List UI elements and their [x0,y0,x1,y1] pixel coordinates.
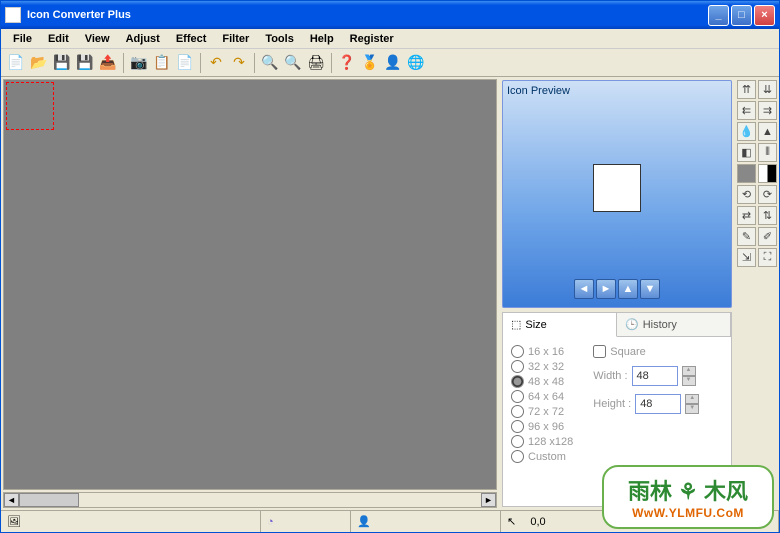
height-spinner[interactable]: ▲▼ [685,394,699,414]
drop-icon[interactable]: 💧 [737,122,756,141]
window-title: Icon Converter Plus [27,9,131,21]
flip-v-icon[interactable]: ⇅ [758,206,777,225]
maximize-button[interactable]: □ [731,5,752,26]
menu-view[interactable]: View [77,31,118,47]
user-button[interactable]: 👤 [382,52,404,74]
save-as-button[interactable]: 💾 [74,52,96,74]
arrows-left-icon[interactable]: ⇇ [737,101,756,120]
bw-square-icon[interactable] [758,164,777,183]
scroll-right-arrow[interactable]: ► [481,493,496,507]
flip-h-icon[interactable]: ⇄ [737,206,756,225]
tab-history[interactable]: 🕒History [617,313,731,336]
open-button[interactable]: 📂 [28,52,50,74]
menu-filter[interactable]: Filter [214,31,257,47]
statusbar: 🖼 ◔ 👤 ↖ 0,0 [1,510,779,532]
status-cursor-icon: ↖ [507,515,516,528]
size-96[interactable]: 96 x 96 [511,420,573,433]
size-128[interactable]: 128 x128 [511,435,573,448]
menu-file[interactable]: File [5,31,40,47]
help-button[interactable]: ❓ [336,52,358,74]
horizontal-scrollbar[interactable]: ◄ ► [3,492,497,508]
gray-square-icon[interactable] [737,164,756,183]
info-panel: ⬚Size 🕒History 16 x 16 32 x 32 48 x 48 6… [502,312,732,507]
menu-adjust[interactable]: Adjust [118,31,168,47]
triangle-icon[interactable]: ▲ [758,122,777,141]
menu-tools[interactable]: Tools [257,31,302,47]
save-button[interactable]: 💾 [51,52,73,74]
nav-up-button[interactable]: ▲ [618,279,638,299]
print-button[interactable]: 🖨 [305,52,327,74]
height-label: Height : [593,398,631,410]
close-button[interactable]: × [754,5,775,26]
status-user-icon: 👤 [357,515,371,528]
size-16[interactable]: 16 x 16 [511,345,573,358]
status-image-icon: 🖼 [7,515,21,528]
bars-icon[interactable]: ⦀ [758,143,777,162]
status-coord: 0,0 [530,516,545,528]
nav-left-button[interactable]: ◄ [574,279,594,299]
web-button[interactable]: 🌐 [405,52,427,74]
menu-effect[interactable]: Effect [168,31,215,47]
app-icon [5,7,21,23]
contrast-icon[interactable]: ◧ [737,143,756,162]
paste-button[interactable]: 📄 [174,52,196,74]
nav-down-button[interactable]: ▼ [640,279,660,299]
preview-title: Icon Preview [507,85,727,97]
width-label: Width : [593,370,627,382]
size-custom[interactable]: Custom [511,450,573,463]
status-pie-icon: ◔ [267,516,274,528]
toolbar: 📄 📂 💾 💾 📤 📷 📋 📄 ↶ ↷ 🔍 🔍 🖨 ❓ 🏅 👤 🌐 [1,49,779,77]
rotate-right-icon[interactable]: ⟳ [758,185,777,204]
export-button[interactable]: 📤 [97,52,119,74]
menubar: File Edit View Adjust Effect Filter Tool… [1,29,779,49]
size-72[interactable]: 72 x 72 [511,405,573,418]
main-area: ◄ ► Icon Preview ◄ ► ▲ ▼ [1,77,779,510]
effect-toolbar: ⇈ ⇊ ⇇ ⇉ 💧 ▲ ◧ ⦀ ⟲ ⟳ ⇄ ⇅ ✎ ✐ ⇲ ⛶ [735,77,779,510]
arrows-down-icon[interactable]: ⇊ [758,80,777,99]
size-32[interactable]: 32 x 32 [511,360,573,373]
scroll-left-arrow[interactable]: ◄ [4,493,19,507]
new-button[interactable]: 📄 [5,52,27,74]
arrows-up-icon[interactable]: ⇈ [737,80,756,99]
main-window: Icon Converter Plus _ □ × File Edit View… [0,0,780,533]
history-icon: 🕒 [625,318,639,331]
canvas-area: ◄ ► [1,77,499,510]
preview-panel: Icon Preview ◄ ► ▲ ▼ [502,80,732,308]
titlebar: Icon Converter Plus _ □ × [1,1,779,29]
undo-button[interactable]: ↶ [205,52,227,74]
preview-icon [593,164,641,212]
canvas[interactable] [3,79,497,490]
crop-in-icon[interactable]: ⇲ [737,248,756,267]
menu-edit[interactable]: Edit [40,31,77,47]
width-input[interactable]: 48 [632,366,678,386]
right-panel: Icon Preview ◄ ► ▲ ▼ ⬚Size 🕒History [499,77,779,510]
redo-button[interactable]: ↷ [228,52,250,74]
arrows-right-icon[interactable]: ⇉ [758,101,777,120]
size-options: 16 x 16 32 x 32 48 x 48 64 x 64 72 x 72 … [511,345,573,498]
zoom-out-button[interactable]: 🔍 [282,52,304,74]
width-spinner[interactable]: ▲▼ [682,366,696,386]
selection-marquee [6,82,54,130]
scroll-thumb[interactable] [19,493,79,507]
copy-button[interactable]: 📋 [151,52,173,74]
register-button[interactable]: 🏅 [359,52,381,74]
menu-register[interactable]: Register [342,31,402,47]
minimize-button[interactable]: _ [708,5,729,26]
size-64[interactable]: 64 x 64 [511,390,573,403]
rotate-left-icon[interactable]: ⟲ [737,185,756,204]
size-icon: ⬚ [511,318,521,331]
menu-help[interactable]: Help [302,31,342,47]
capture-button[interactable]: 📷 [128,52,150,74]
size-48[interactable]: 48 x 48 [511,375,573,388]
wand-icon[interactable]: ✎ [737,227,756,246]
zoom-in-button[interactable]: 🔍 [259,52,281,74]
nav-right-button[interactable]: ► [596,279,616,299]
crop-out-icon[interactable]: ⛶ [758,248,777,267]
tab-size[interactable]: ⬚Size [503,313,617,337]
square-checkbox[interactable]: Square [593,345,699,358]
height-input[interactable]: 48 [635,394,681,414]
wand2-icon[interactable]: ✐ [758,227,777,246]
